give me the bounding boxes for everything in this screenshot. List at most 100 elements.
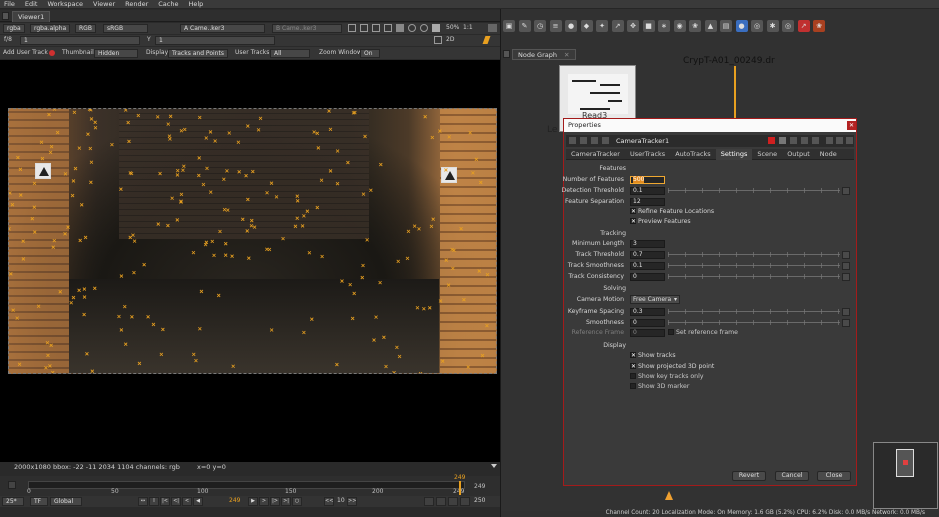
feature-separation-field[interactable]: 12 bbox=[630, 198, 665, 206]
minimum-length-field[interactable]: 3 bbox=[630, 240, 665, 248]
end-frame-field[interactable]: 250 bbox=[474, 496, 485, 505]
revert-button[interactable]: Revert bbox=[732, 471, 766, 481]
view-mode-select[interactable]: 2D bbox=[446, 35, 454, 44]
gain-slider[interactable]: 1 bbox=[20, 36, 140, 45]
animation-menu-icon[interactable] bbox=[842, 251, 850, 259]
wipe-icon[interactable] bbox=[348, 24, 356, 32]
step-field[interactable]: 10 bbox=[337, 496, 345, 505]
redo-icon[interactable] bbox=[801, 137, 808, 144]
animation-menu-icon[interactable] bbox=[842, 273, 850, 281]
cache-icon[interactable]: I bbox=[149, 497, 159, 506]
close-button[interactable]: Close bbox=[817, 471, 851, 481]
tab-node-graph[interactable]: Node Graph ✕ bbox=[512, 49, 576, 60]
filter-icon[interactable]: ◆ bbox=[580, 20, 593, 32]
node-close-icon[interactable] bbox=[846, 137, 853, 144]
tab-usertracks[interactable]: UserTracks bbox=[625, 149, 670, 160]
ocula-icon[interactable]: ✱ bbox=[766, 20, 779, 32]
reference-frame-field[interactable]: 0 bbox=[630, 329, 665, 337]
step-back-icon[interactable]: < bbox=[182, 497, 192, 506]
number-of-features-field[interactable]: 500 bbox=[630, 176, 665, 184]
cara-icon[interactable]: ◎ bbox=[782, 20, 794, 32]
playback-mode-icon[interactable] bbox=[424, 497, 434, 506]
metadata-icon[interactable]: ◉ bbox=[673, 20, 686, 32]
input-b-select[interactable]: B Came..ker3 bbox=[272, 24, 342, 33]
center-node-icon[interactable] bbox=[580, 137, 587, 144]
track-consistency-field[interactable]: 0 bbox=[630, 273, 665, 281]
animation-menu-icon[interactable] bbox=[842, 319, 850, 327]
channel-icon[interactable]: ≡ bbox=[549, 20, 562, 32]
ratio-select[interactable]: 1:1 bbox=[463, 23, 473, 32]
roi-icon[interactable] bbox=[360, 24, 368, 32]
lut-select[interactable]: sRGB bbox=[103, 24, 148, 33]
timeformat-select[interactable]: TF bbox=[30, 497, 48, 506]
show-tracks-checkbox[interactable]: ✕ Show tracks bbox=[630, 351, 676, 361]
proxy-icon[interactable] bbox=[396, 24, 404, 32]
animation-menu-icon[interactable] bbox=[842, 262, 850, 270]
menu-viewer[interactable]: Viewer bbox=[93, 0, 115, 9]
deep-icon[interactable]: ▲ bbox=[704, 20, 717, 32]
menu-file[interactable]: File bbox=[4, 0, 15, 9]
detection-threshold-field[interactable]: 0.1 bbox=[630, 187, 665, 195]
collapse-icon[interactable] bbox=[569, 137, 576, 144]
overlay-icon[interactable] bbox=[372, 24, 380, 32]
node-graph-minimap[interactable] bbox=[873, 442, 938, 509]
preview-features-checkbox[interactable]: ✕ Preview Features bbox=[630, 217, 691, 227]
range-end-icon[interactable] bbox=[460, 497, 470, 506]
menu-help[interactable]: Help bbox=[188, 0, 203, 9]
playhead[interactable] bbox=[459, 481, 461, 495]
range-icon[interactable] bbox=[448, 497, 458, 506]
stop-icon[interactable]: ○ bbox=[292, 497, 302, 506]
color-swatch-icon[interactable] bbox=[768, 137, 775, 144]
tab-cameratracker[interactable]: CameraTracker bbox=[566, 149, 625, 160]
transform-icon[interactable]: ✥ bbox=[627, 20, 639, 32]
cancel-button[interactable]: Cancel bbox=[775, 471, 809, 481]
tracked-image-plate[interactable] bbox=[8, 108, 497, 374]
next-key-icon[interactable]: |> bbox=[270, 497, 280, 506]
smoothness-slider[interactable] bbox=[668, 320, 840, 325]
show-3d-marker-checkbox[interactable]: Show 3D marker bbox=[630, 382, 689, 392]
other-icon[interactable]: ● bbox=[735, 20, 748, 32]
timeline-options-icon[interactable] bbox=[8, 481, 16, 489]
toolsets-icon[interactable]: ▤ bbox=[720, 20, 732, 32]
pin-icon[interactable] bbox=[591, 137, 598, 144]
prev-key-icon[interactable]: <| bbox=[171, 497, 181, 506]
float-icon[interactable] bbox=[836, 137, 843, 144]
color-icon[interactable]: ● bbox=[565, 20, 577, 32]
in-point-icon[interactable]: ↔ bbox=[138, 497, 148, 506]
show-key-tracks-checkbox[interactable]: Show key tracks only bbox=[630, 372, 704, 382]
refine-feature-checkbox[interactable]: ✕ Refine Feature Locations bbox=[630, 207, 714, 217]
image-icon[interactable]: ▣ bbox=[503, 20, 515, 32]
loop-icon[interactable] bbox=[436, 497, 446, 506]
add-track-icon[interactable] bbox=[49, 50, 55, 56]
smoothness-field[interactable]: 0 bbox=[630, 319, 665, 327]
user-tracks-select[interactable]: All bbox=[270, 49, 310, 58]
undo-icon[interactable] bbox=[790, 137, 797, 144]
add-user-track-button[interactable]: Add User Track bbox=[3, 48, 48, 57]
knob-icon[interactable] bbox=[602, 137, 609, 144]
first-frame-icon[interactable]: |< bbox=[160, 497, 170, 506]
track-smoothness-field[interactable]: 0.1 bbox=[630, 262, 665, 270]
furnace-icon[interactable]: ◎ bbox=[751, 20, 763, 32]
menu-render[interactable]: Render bbox=[125, 0, 148, 9]
animation-menu-icon[interactable] bbox=[842, 187, 850, 195]
channels-select[interactable]: rgba bbox=[3, 24, 25, 33]
viewer-expand-icon[interactable] bbox=[491, 464, 497, 468]
track-threshold-slider[interactable] bbox=[668, 252, 840, 257]
current-frame-field[interactable]: 249 bbox=[229, 496, 240, 505]
track-smoothness-slider[interactable] bbox=[668, 263, 840, 268]
animation-menu-icon[interactable] bbox=[842, 308, 850, 316]
input-a-select[interactable]: A Came..ker3 bbox=[180, 24, 265, 33]
gamma-slider[interactable]: 1 bbox=[155, 36, 275, 45]
skip-forward-icon[interactable]: >> bbox=[347, 497, 357, 506]
tab-viewer1[interactable]: Viewer1 bbox=[12, 11, 51, 22]
properties-close-icon[interactable]: ✕ bbox=[847, 121, 856, 130]
menu-edit[interactable]: Edit bbox=[25, 0, 38, 9]
gizmo-icon[interactable]: ❀ bbox=[813, 20, 825, 32]
keyframe-spacing-field[interactable]: 0.3 bbox=[630, 308, 665, 316]
refresh-icon[interactable] bbox=[408, 24, 416, 32]
last-frame-icon[interactable]: >| bbox=[281, 497, 291, 506]
step-forward-icon[interactable]: > bbox=[259, 497, 269, 506]
merge-icon[interactable]: ↗ bbox=[611, 20, 624, 32]
keyer-icon[interactable]: ✦ bbox=[596, 20, 608, 32]
minimap-viewport[interactable] bbox=[896, 449, 914, 477]
